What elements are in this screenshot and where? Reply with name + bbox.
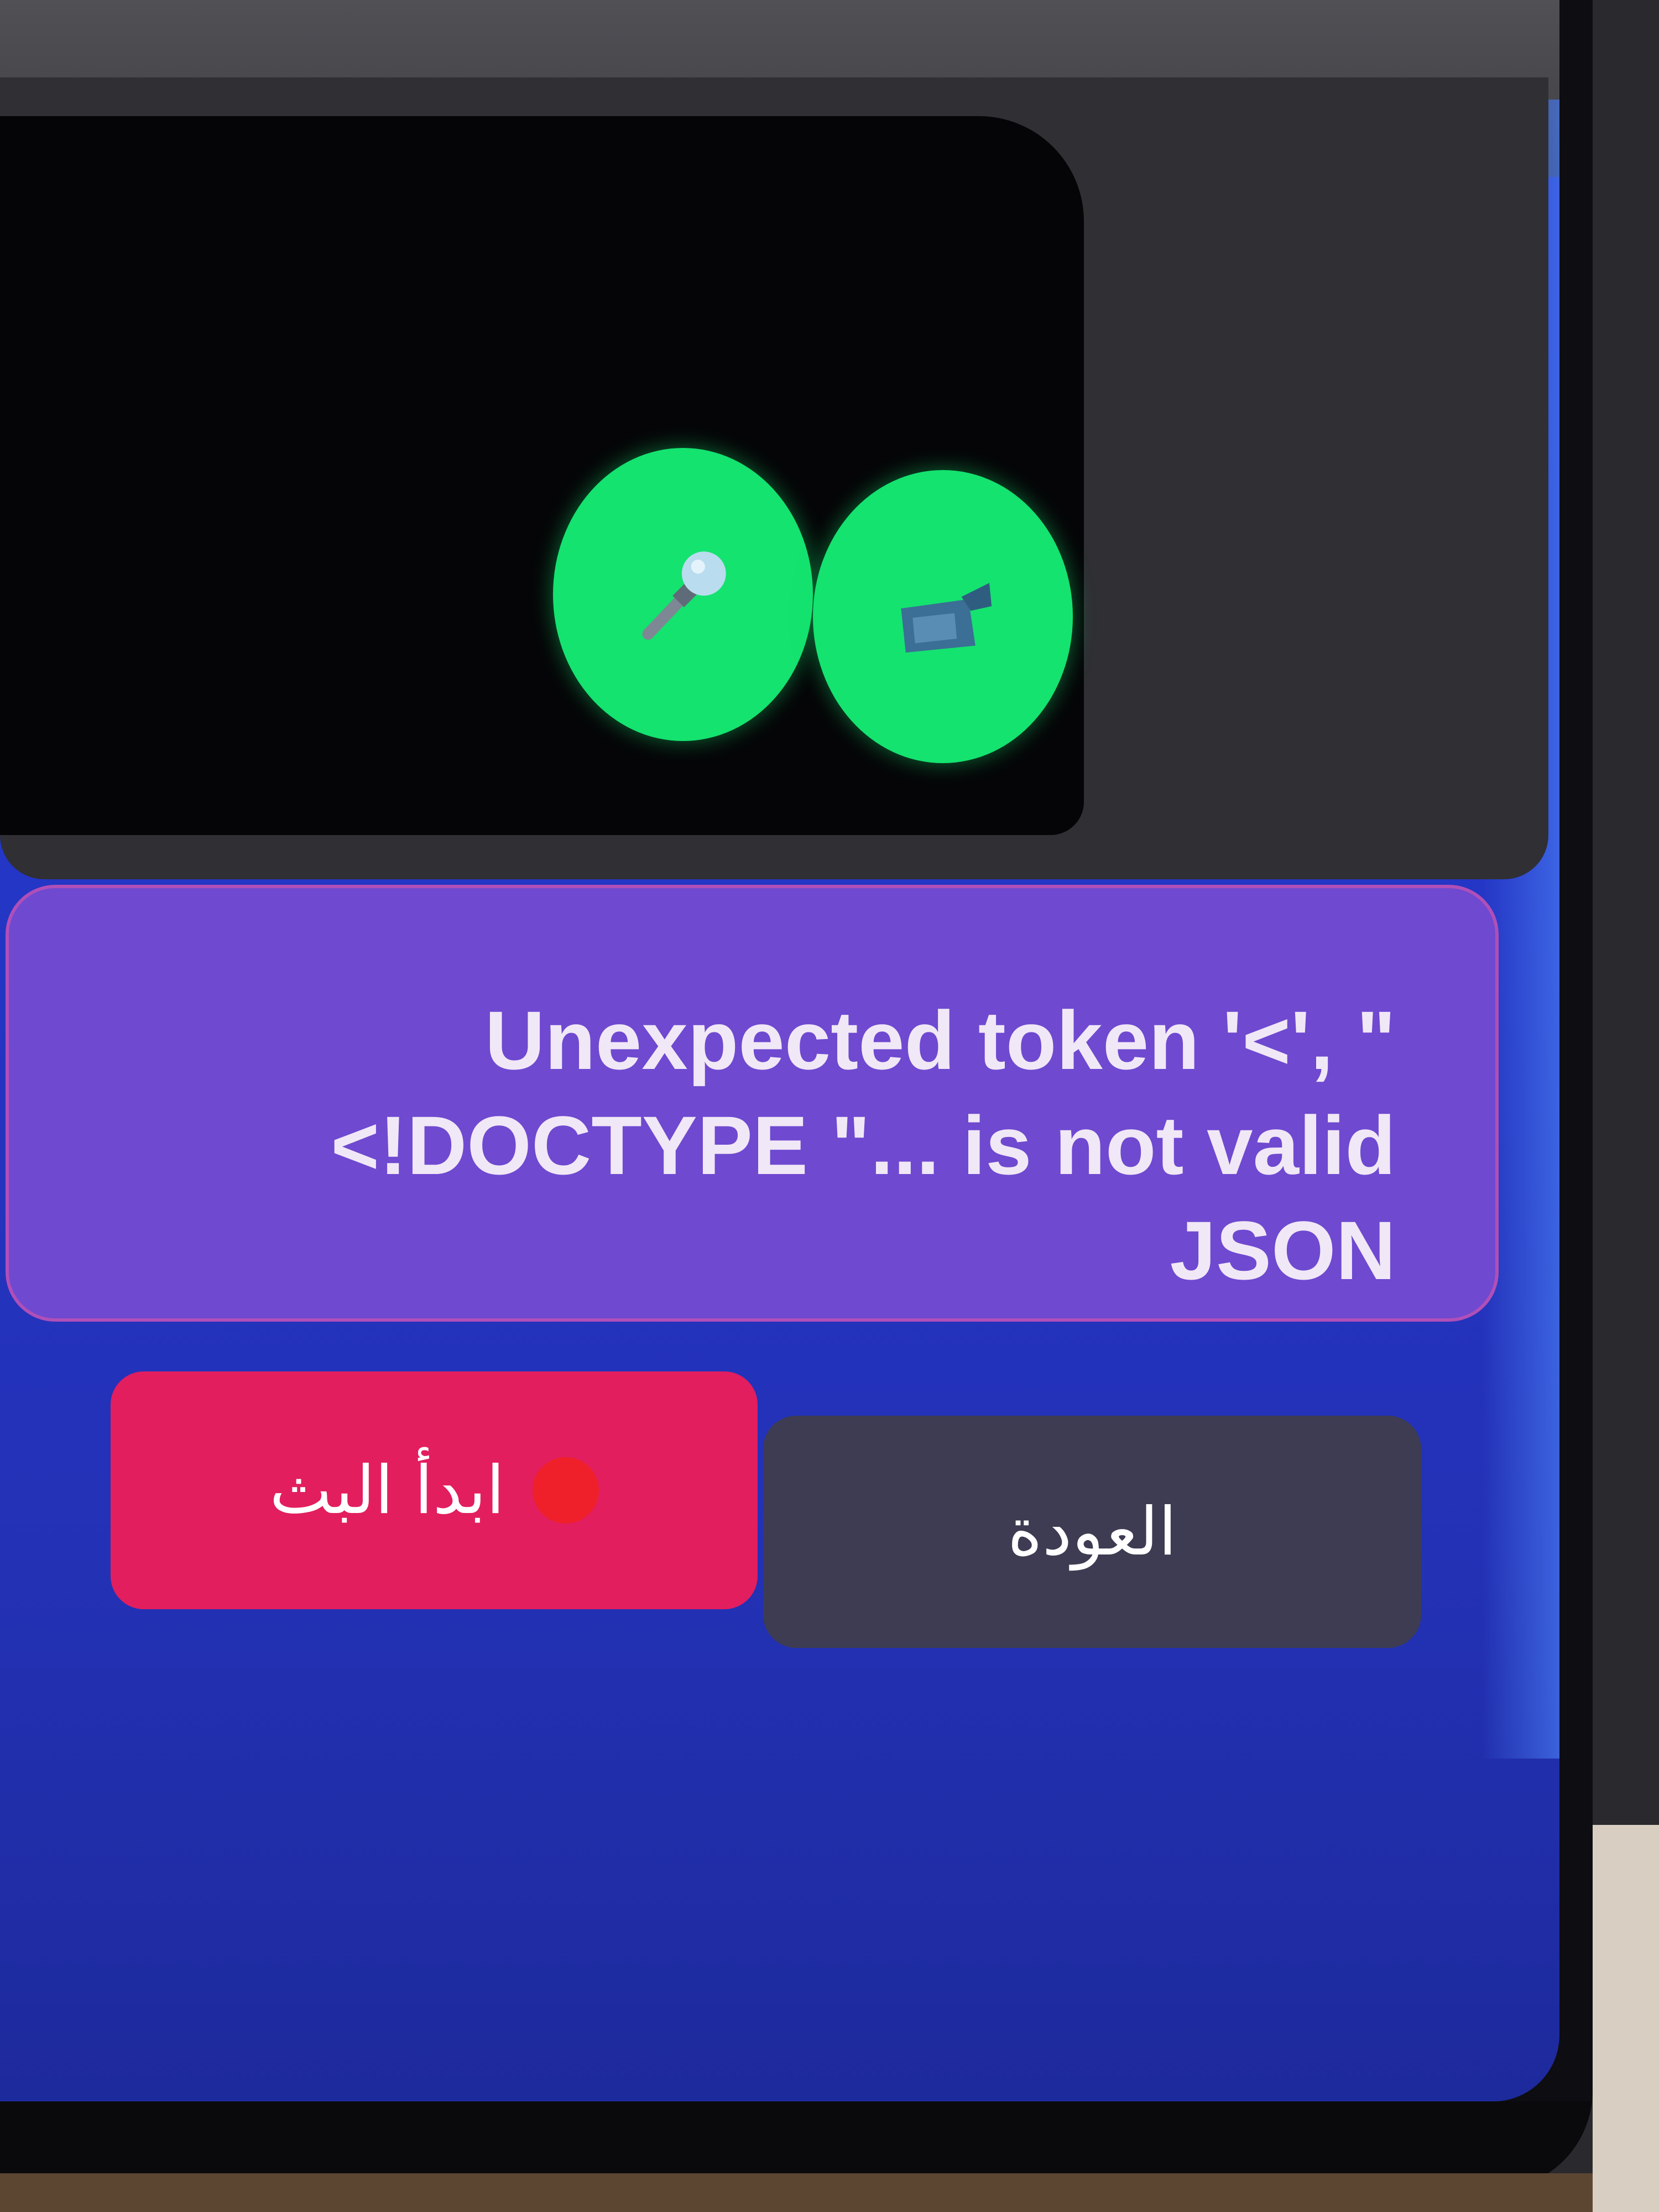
start-broadcast-button[interactable]: ابدأ البث (111, 1371, 758, 1609)
microphone-icon (642, 551, 726, 640)
background-surface (1593, 1825, 1659, 2212)
phone-frame: Unexpected token '<', "<!DOCTYPE "... is… (0, 0, 1593, 2190)
app-screen: Unexpected token '<', "<!DOCTYPE "... is… (0, 0, 1559, 2101)
red-circle-icon (532, 1457, 599, 1524)
microphone-toggle-button[interactable] (553, 448, 813, 741)
video-camera-icon (901, 583, 992, 653)
start-broadcast-label: ابدأ البث (269, 1452, 505, 1529)
back-button[interactable]: العودة (763, 1416, 1421, 1648)
error-banner: Unexpected token '<', "<!DOCTYPE "... is… (6, 885, 1499, 1322)
table-surface (0, 2173, 1659, 2212)
error-message: Unexpected token '<', "<!DOCTYPE "... is… (331, 994, 1396, 1297)
back-label: العودة (1007, 1493, 1177, 1571)
camera-toggle-button[interactable] (813, 470, 1073, 763)
